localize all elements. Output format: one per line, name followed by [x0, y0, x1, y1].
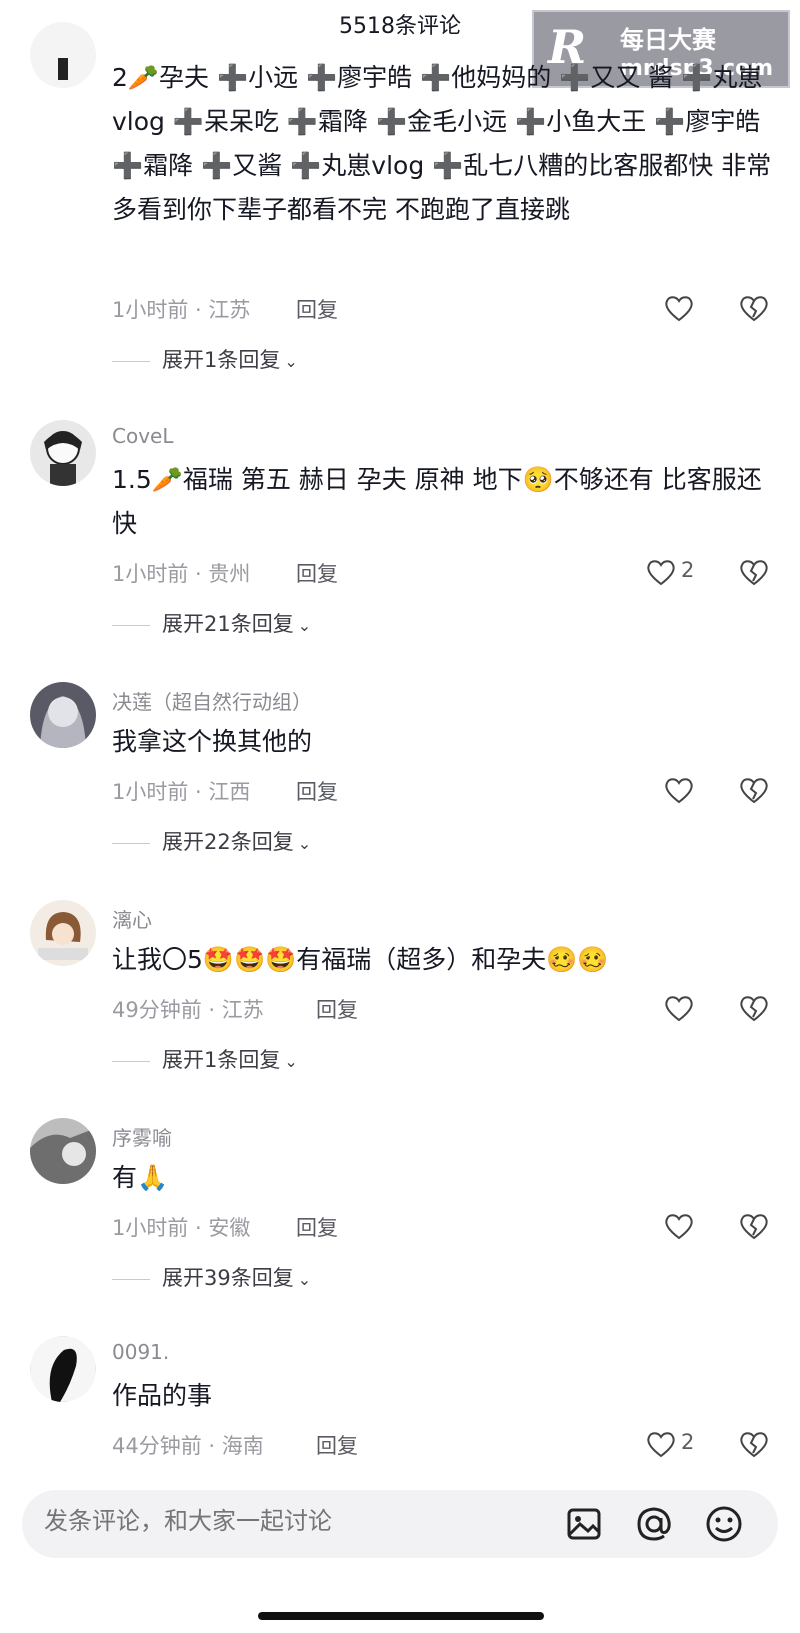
avatar[interactable]: [30, 1118, 96, 1184]
chevron-down-icon: ⌄: [297, 1270, 312, 1289]
comment-meta: 1小时前 · 江西: [112, 780, 251, 804]
heart-outline-icon[interactable]: [663, 993, 695, 1023]
reply-button[interactable]: 回复: [316, 1430, 358, 1460]
image-icon[interactable]: [564, 1504, 604, 1544]
like-count: 2: [681, 558, 695, 582]
chevron-down-icon: ⌄: [284, 1052, 298, 1071]
reply-button[interactable]: 回复: [296, 294, 338, 324]
comment-username[interactable]: 0091.: [112, 1340, 169, 1364]
expand-replies[interactable]: 展开1条回复 ⌄: [112, 1044, 298, 1074]
broken-heart-icon[interactable]: [738, 1429, 770, 1459]
chevron-down-icon: ⌄: [297, 834, 312, 853]
smiley-icon[interactable]: [704, 1504, 744, 1544]
home-indicator[interactable]: [258, 1612, 544, 1620]
comment-text: 2🥕孕夫 ➕小远 ➕廖宇皓 ➕他妈妈的 ➕又又 酱 ➕丸崽vlog ➕呆呆吃 ➕…: [112, 63, 772, 224]
reply-button[interactable]: 回复: [296, 558, 338, 588]
comment-text: 我拿这个换其他的: [112, 727, 313, 756]
comment-meta: 1小时前 · 贵州: [112, 562, 251, 586]
comment-input[interactable]: [44, 1508, 494, 1536]
heart-outline-icon[interactable]: [645, 1429, 677, 1459]
broken-heart-icon[interactable]: [738, 775, 770, 805]
reply-button[interactable]: 回复: [296, 776, 338, 806]
comment-username[interactable]: 决莲（超自然行动组）: [112, 686, 312, 715]
reply-button[interactable]: 回复: [316, 994, 358, 1024]
avatar[interactable]: [30, 682, 96, 748]
comment-username[interactable]: 漓心: [112, 904, 152, 933]
expand-replies[interactable]: 展开1条回复 ⌄: [112, 344, 298, 374]
comment-meta: 49分钟前 · 江苏: [112, 998, 264, 1022]
comment-username[interactable]: 序雾喻: [112, 1122, 172, 1151]
comment-text: 作品的事: [112, 1381, 213, 1410]
at-icon[interactable]: [634, 1504, 674, 1544]
avatar[interactable]: [30, 900, 96, 966]
broken-heart-icon[interactable]: [738, 557, 770, 587]
expand-replies[interactable]: 展开22条回复 ⌄: [112, 826, 311, 856]
comment-text: 让我〇5🤩🤩🤩有福瑞（超多）和孕夫🥴🥴: [112, 945, 609, 974]
comment-meta: 1小时前 · 江苏: [112, 298, 251, 322]
reply-button[interactable]: 回复: [296, 1212, 338, 1242]
expand-replies[interactable]: 展开39条回复 ⌄: [112, 1262, 311, 1292]
broken-heart-icon[interactable]: [738, 293, 770, 323]
expand-label: 展开22条回复: [162, 830, 294, 854]
like-count: 2: [681, 1430, 695, 1454]
expand-label: 展开39条回复: [162, 1266, 294, 1290]
comment-composer: [22, 1490, 778, 1558]
chevron-down-icon: ⌄: [297, 616, 312, 635]
heart-outline-icon[interactable]: [645, 557, 677, 587]
broken-heart-icon[interactable]: [738, 993, 770, 1023]
comment-meta: 1小时前 · 安徽: [112, 1216, 251, 1240]
avatar[interactable]: [30, 1336, 96, 1402]
watermark-text: 每日大赛: [620, 26, 716, 54]
comment-text: 1.5🥕福瑞 第五 赫日 孕夫 原神 地下🥺不够还有 比客服还快: [112, 465, 762, 538]
comment-username[interactable]: CoveL: [112, 424, 173, 448]
chevron-down-icon: ⌄: [284, 352, 298, 371]
comment-meta: 44分钟前 · 海南: [112, 1434, 264, 1458]
expand-label: 展开1条回复: [162, 1048, 281, 1072]
heart-outline-icon[interactable]: [663, 775, 695, 805]
comment-text: 有🙏: [112, 1163, 169, 1192]
broken-heart-icon[interactable]: [738, 1211, 770, 1241]
avatar[interactable]: [30, 420, 96, 486]
heart-outline-icon[interactable]: [663, 1211, 695, 1241]
expand-label: 展开21条回复: [162, 612, 294, 636]
avatar[interactable]: [30, 22, 96, 88]
expand-replies[interactable]: 展开21条回复 ⌄: [112, 608, 311, 638]
heart-outline-icon[interactable]: [663, 293, 695, 323]
expand-label: 展开1条回复: [162, 348, 281, 372]
